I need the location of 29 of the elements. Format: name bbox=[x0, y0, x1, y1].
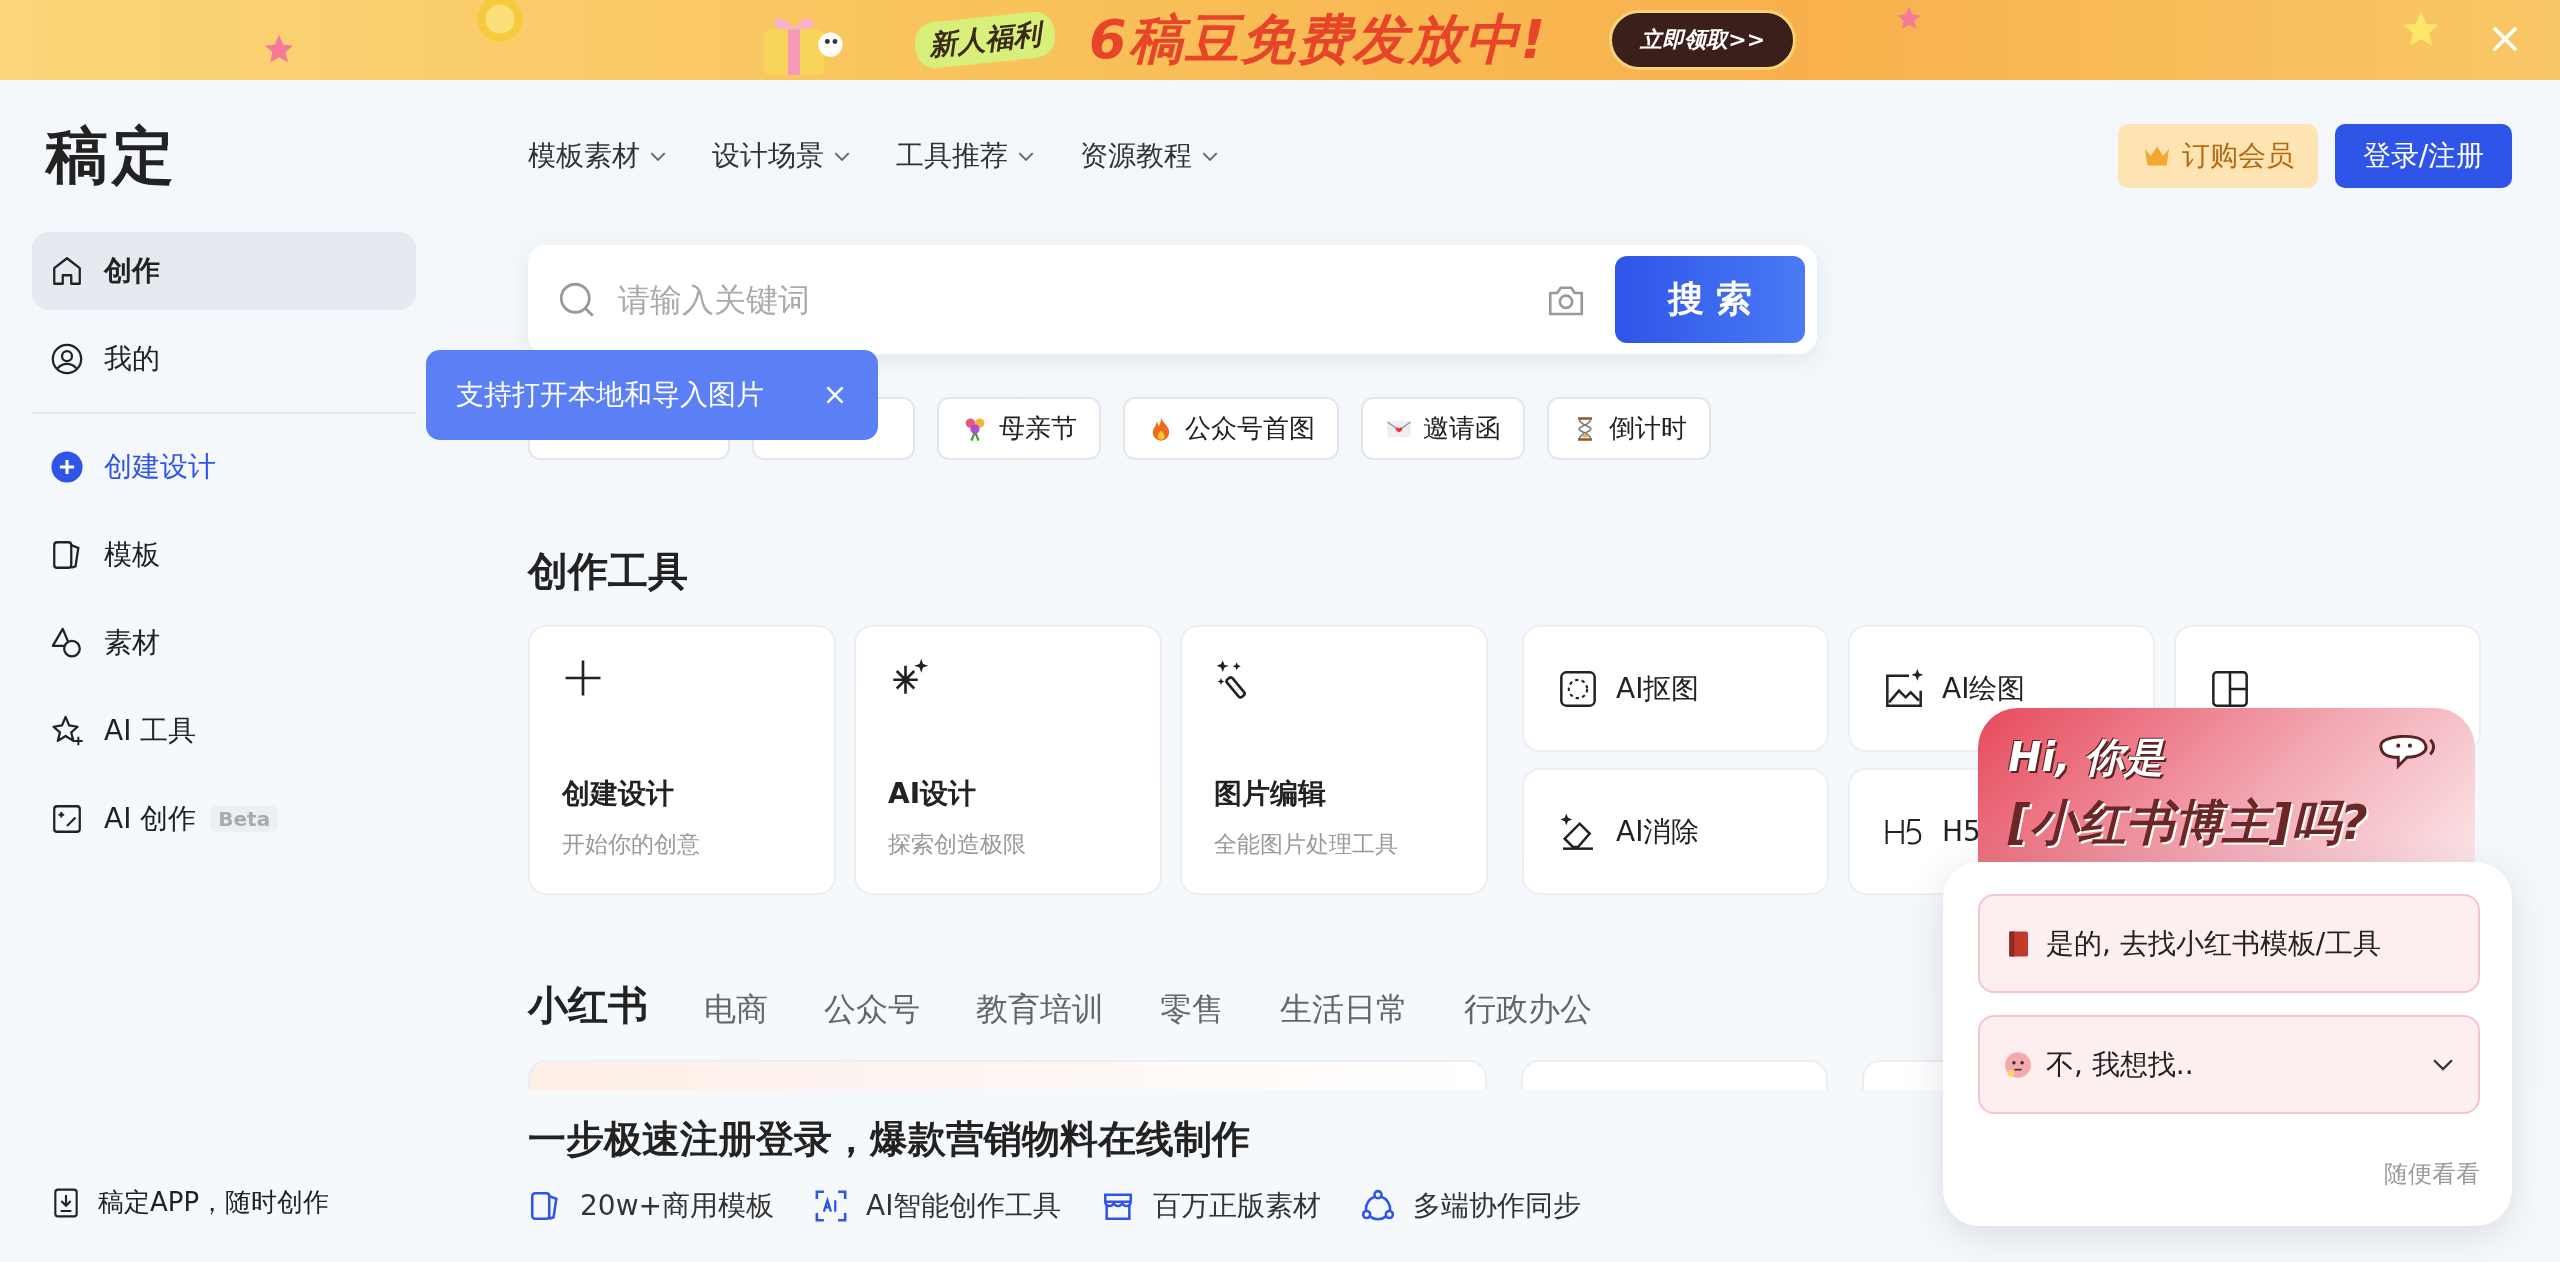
sidebar-label: 创建设计 bbox=[104, 449, 216, 485]
sidebar-label: 素材 bbox=[104, 625, 160, 661]
tooltip-text: 支持打开本地和导入图片 bbox=[456, 377, 764, 413]
register-headline: 一步极速注册登录，爆款营销物料在线制作 bbox=[528, 1116, 1251, 1163]
sidebar-label: AI 创作 bbox=[104, 801, 197, 837]
question-text: [小红书博主]吗? bbox=[2008, 793, 2368, 852]
feature-label: 百万正版素材 bbox=[1153, 1188, 1322, 1224]
sidebar-label: 我的 bbox=[104, 341, 160, 377]
sidebar-label: 创作 bbox=[104, 253, 160, 289]
sidebar-label: 模板 bbox=[104, 537, 160, 573]
app-download-label: 稿定APP，随时创作 bbox=[98, 1186, 330, 1219]
promo-headline: 6稿豆免费发放中! bbox=[1089, 6, 1548, 73]
feature-label: 20w+商用模板 bbox=[580, 1188, 774, 1224]
feature-label: 多端协作同步 bbox=[1413, 1188, 1582, 1224]
tool-label: AI抠图 bbox=[1616, 670, 1700, 707]
promo-badge: 新人福利 bbox=[913, 9, 1057, 71]
tool-subtitle: 探索创造极限 bbox=[888, 830, 1027, 859]
tool-title: AI设计 bbox=[888, 776, 978, 812]
tool-label: AI消除 bbox=[1616, 813, 1700, 850]
section-title: 创作工具 bbox=[528, 547, 689, 596]
tool-title: 图片编辑 bbox=[1214, 776, 1327, 812]
beta-badge: Beta bbox=[210, 806, 279, 832]
tool-title: 创建设计 bbox=[562, 776, 675, 812]
tool-label: H5 bbox=[1942, 815, 1981, 848]
tool-label: AI绘图 bbox=[1942, 670, 2026, 707]
tool-subtitle: 全能图片处理工具 bbox=[1214, 830, 1399, 859]
tool-subtitle: 开始你的创意 bbox=[562, 830, 701, 859]
feature-label: AI智能创作工具 bbox=[866, 1188, 1062, 1224]
sidebar-label: AI 工具 bbox=[104, 713, 197, 749]
